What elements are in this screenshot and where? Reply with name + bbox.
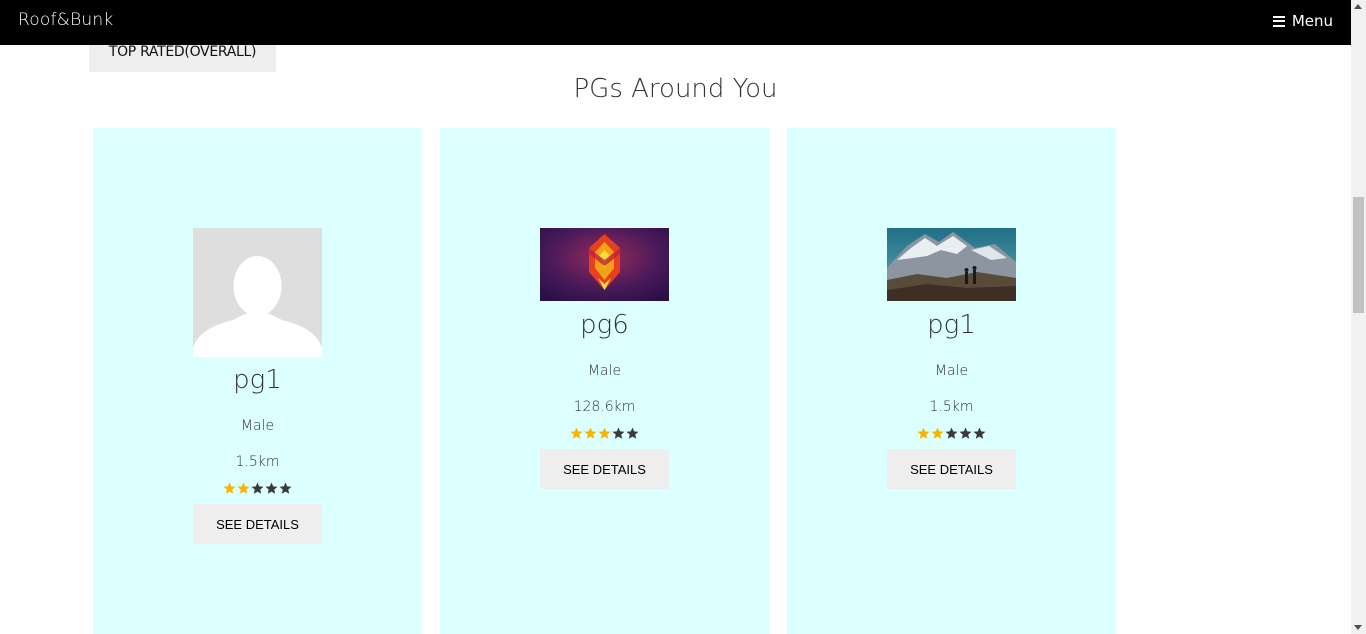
menu-label: Menu (1291, 12, 1333, 30)
see-details-button[interactable]: SEE DETAILS (540, 449, 669, 489)
see-details-button[interactable]: SEE DETAILS (887, 449, 1016, 489)
hamburger-icon (1272, 15, 1285, 27)
brand-logo[interactable]: Roof&Bunk (18, 10, 113, 30)
pg-gender: Male (240, 418, 275, 434)
pg-card: pg6 Male 128.6km SEE DETAILS (440, 128, 769, 634)
star-empty-icon (251, 482, 264, 494)
pg-gender: Male (587, 363, 622, 379)
card-body: pg1 Male 1.5km SEE DETAILS (93, 360, 422, 544)
star-filled-icon (223, 482, 236, 494)
star-empty-icon (265, 482, 278, 494)
scroll-thumb[interactable] (1353, 197, 1364, 313)
card-body: pg1 Male 1.5km SEE DETAILS (787, 305, 1116, 489)
pg-card: pg1 Male 1.5km SEE DETAILS (787, 128, 1116, 634)
pg-name: pg1 (927, 310, 976, 340)
star-empty-icon (626, 427, 639, 439)
star-empty-icon (973, 427, 986, 439)
pg-distance: 128.6km (573, 399, 636, 415)
default-avatar-icon (193, 228, 322, 357)
star-empty-icon (945, 427, 958, 439)
star-filled-icon (917, 427, 930, 439)
card-body: pg6 Male 128.6km SEE DETAILS (440, 305, 769, 489)
pg-image (887, 228, 1016, 301)
abstract-geometric-icon (540, 228, 669, 301)
pg-distance: 1.5km (929, 399, 974, 415)
star-empty-icon (279, 482, 292, 494)
vertical-scrollbar[interactable] (1351, 0, 1366, 634)
pg-image (540, 228, 669, 301)
pg-gender: Male (934, 363, 969, 379)
star-empty-icon (612, 427, 625, 439)
menu-button[interactable]: Menu (1272, 12, 1333, 30)
page: TOP RATED(OVERALL) Roof&Bunk Menu PGs Ar… (0, 0, 1366, 634)
star-empty-icon (959, 427, 972, 439)
scroll-up-arrow-icon[interactable] (1354, 4, 1362, 9)
pg-name: pg1 (233, 365, 282, 395)
star-filled-icon (237, 482, 250, 494)
top-navbar: Roof&Bunk Menu (0, 0, 1351, 45)
pg-distance: 1.5km (235, 454, 280, 470)
see-details-button[interactable]: SEE DETAILS (193, 504, 322, 544)
star-filled-icon (584, 427, 597, 439)
scroll-down-arrow-icon[interactable] (1354, 625, 1362, 630)
star-filled-icon (598, 427, 611, 439)
star-filled-icon (570, 427, 583, 439)
pg-name: pg6 (580, 310, 629, 340)
rating-stars (787, 427, 1116, 447)
section-title: PGs Around You (573, 74, 778, 104)
mountain-photo-icon (887, 228, 1016, 301)
rating-stars (440, 427, 769, 447)
pg-image (193, 228, 322, 357)
rating-stars (93, 482, 422, 502)
star-filled-icon (931, 427, 944, 439)
pg-card: pg1 Male 1.5km SEE DETAILS (93, 128, 422, 634)
